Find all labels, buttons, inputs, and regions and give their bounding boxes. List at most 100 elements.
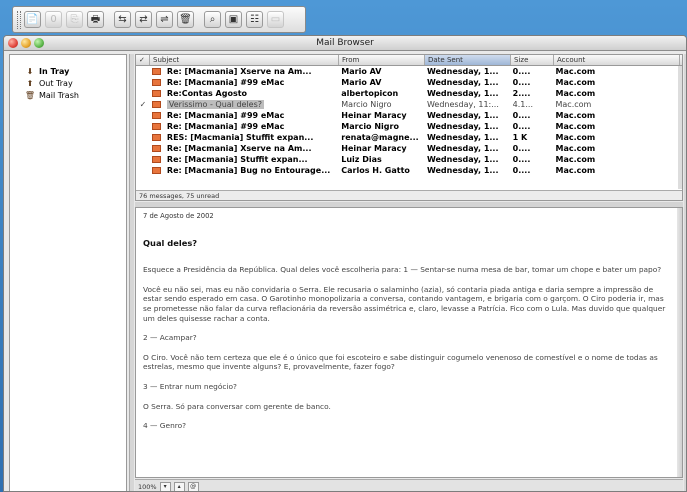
envelope-icon xyxy=(150,132,164,143)
row-size: 0.... xyxy=(512,122,531,131)
row-check[interactable] xyxy=(136,121,150,132)
column-size[interactable]: Size xyxy=(511,55,554,65)
new-message-button[interactable]: 📄 xyxy=(24,11,41,28)
row-from: Marcio Nigro xyxy=(341,122,399,131)
message-paragraph: Esquece a Presidência da República. Qual… xyxy=(143,265,662,275)
row-check[interactable] xyxy=(136,165,150,176)
row-size: 0.... xyxy=(512,144,531,153)
hide-button[interactable]: ▭ xyxy=(267,11,284,28)
message-scrollbar[interactable] xyxy=(677,208,682,477)
table-row[interactable]: Re: [Macmania] Xserve na Am... Mario AV We… xyxy=(136,66,682,77)
drawer-splitter[interactable] xyxy=(129,54,134,491)
message-list: ✓ Subject From Date Sent Size Account Re… xyxy=(135,54,683,201)
table-row[interactable]: ✓ Verissimo - Qual deles? Marcio Nigro Wedn… xyxy=(136,99,682,110)
row-date: Wednesday, 1... xyxy=(426,67,499,76)
table-row[interactable]: Re: [Macmania] Xserve na Am... Heinar Mar… xyxy=(136,143,682,154)
message-view: 7 de Agosto de 2002 Qual deles? Esquece … xyxy=(135,207,683,478)
minimize-button[interactable] xyxy=(21,38,31,48)
envelope-icon xyxy=(150,165,164,176)
status-bar: 100% ▾ ▴ @ xyxy=(135,479,683,491)
row-date: Wednesday, 1... xyxy=(426,155,499,164)
send-mail-button[interactable]: ⇄ xyxy=(135,11,152,28)
list-scrollbar[interactable] xyxy=(678,66,682,189)
row-size: 1 K xyxy=(512,133,528,142)
message-date: 7 de Agosto de 2002 xyxy=(143,212,214,220)
zoom-in-icon[interactable]: ▴ xyxy=(173,481,185,491)
zoom-button[interactable] xyxy=(34,38,44,48)
row-subject: Verissimo - Qual deles? xyxy=(166,100,265,109)
row-account: Mac.com xyxy=(555,111,596,120)
check-mail-button[interactable]: ⇌ xyxy=(156,11,173,28)
list-header: ✓ Subject From Date Sent Size Account xyxy=(136,55,682,66)
table-row[interactable]: Re: [Macmania] #99 eMac Marcio Nigro Wedne… xyxy=(136,121,682,132)
row-subject: RES: [Macmania] Stuffit expan... xyxy=(166,133,314,142)
mailbox-mail-trash[interactable]: 🗑 Mail Trash xyxy=(10,89,126,101)
row-from: Heinar Maracy xyxy=(341,111,407,120)
column-from[interactable]: From xyxy=(339,55,425,65)
table-row[interactable]: RES: [Macmania] Stuffit expan... renata@m… xyxy=(136,132,682,143)
row-from: Mario AV xyxy=(341,78,382,87)
row-check[interactable] xyxy=(136,143,150,154)
toolbar-grip[interactable] xyxy=(17,10,21,29)
envelope-icon xyxy=(150,77,164,88)
mailbox-out-tray[interactable]: ⬆ Out Tray xyxy=(10,77,126,89)
column-date-sent[interactable]: Date Sent xyxy=(425,55,511,65)
row-check[interactable]: ✓ xyxy=(136,99,150,110)
row-check[interactable] xyxy=(136,66,150,77)
row-account: Mac.com xyxy=(555,155,596,164)
row-size: 0.... xyxy=(512,155,531,164)
row-subject: Re: [Macmania] #99 eMac xyxy=(166,122,285,131)
row-check[interactable] xyxy=(136,132,150,143)
row-subject: Re: [Macmania] #99 eMac xyxy=(166,78,285,87)
row-account: Mac.com xyxy=(555,166,596,175)
row-account: Mac.com xyxy=(555,144,596,153)
list-status: 76 messages, 75 unread xyxy=(136,190,682,200)
mailbox-in-tray[interactable]: ⬇ In Tray xyxy=(10,65,126,77)
row-account: Mac.com xyxy=(555,122,596,131)
table-row[interactable]: Re: [Macmania] Stuffit expan... Luiz Dias… xyxy=(136,154,682,165)
close-button[interactable] xyxy=(8,38,18,48)
row-size: 0.... xyxy=(512,78,531,87)
row-subject: Re: [Macmania] Bug no Entourage... xyxy=(166,166,331,175)
column-check[interactable]: ✓ xyxy=(136,55,150,65)
column-subject[interactable]: Subject xyxy=(150,55,339,65)
row-subject: Re: [Macmania] Xserve na Am... xyxy=(166,67,312,76)
row-date: Wednesday, 1... xyxy=(426,111,499,120)
message-paragraph: O Serra. Só para conversar com gerente d… xyxy=(143,401,331,411)
row-subject: Re: [Macmania] Stuffit expan... xyxy=(166,155,308,164)
attachment-icon[interactable]: @ xyxy=(187,481,199,491)
in-tray-icon: ⬇ xyxy=(26,66,34,76)
trash-button[interactable]: 🗑 xyxy=(177,11,194,28)
title-bar[interactable]: Mail Browser xyxy=(4,36,686,51)
row-date: Wednesday, 1... xyxy=(426,78,499,87)
row-check[interactable] xyxy=(136,154,150,165)
reply-button[interactable]: 0 xyxy=(45,11,62,28)
row-check[interactable] xyxy=(136,88,150,99)
table-row[interactable]: Re: [Macmania] #99 eMac Heinar Maracy Wedn… xyxy=(136,110,682,121)
zoom-out-icon[interactable]: ▾ xyxy=(159,481,171,491)
row-account: Mac.com xyxy=(555,67,596,76)
message-paragraph: 2 — Acampar? xyxy=(143,333,197,343)
message-paragraph: O Ciro. Você não tem certeza que ele é o… xyxy=(143,352,658,372)
row-check[interactable] xyxy=(136,77,150,88)
envelope-icon xyxy=(150,66,164,77)
row-date: Wednesday, 1... xyxy=(426,89,499,98)
row-subject: Re: [Macmania] #99 eMac xyxy=(166,111,285,120)
preferences-button[interactable]: ☷ xyxy=(246,11,263,28)
table-row[interactable]: Re: [Macmania] #99 eMac Mario AV Wednesday… xyxy=(136,77,682,88)
find-button[interactable]: ⌕ xyxy=(204,11,221,28)
table-row[interactable]: Re:Contas Agosto albertopicon Wednesday, 1… xyxy=(136,88,682,99)
address-book-button[interactable]: ▣ xyxy=(225,11,242,28)
print-button[interactable]: 🖶 xyxy=(87,11,104,28)
column-account[interactable]: Account xyxy=(554,55,680,65)
row-account: Mac.com xyxy=(555,133,596,142)
mailbox-drawer: ⬇ In Tray ⬆ Out Tray 🗑 Mail Trash xyxy=(9,54,127,491)
row-from: renata@magne... xyxy=(341,133,419,142)
table-row[interactable]: Re: [Macmania] Bug no Entourage... Carlos… xyxy=(136,165,682,176)
message-paragraph: Você eu não sei, mas eu não convidaria o… xyxy=(143,284,666,323)
forward-button[interactable]: ⎘ xyxy=(66,11,83,28)
row-check[interactable] xyxy=(136,110,150,121)
row-from: albertopicon xyxy=(341,89,399,98)
mailbox-label: Out Tray xyxy=(39,78,73,88)
get-mail-button[interactable]: ⇆ xyxy=(114,11,131,28)
